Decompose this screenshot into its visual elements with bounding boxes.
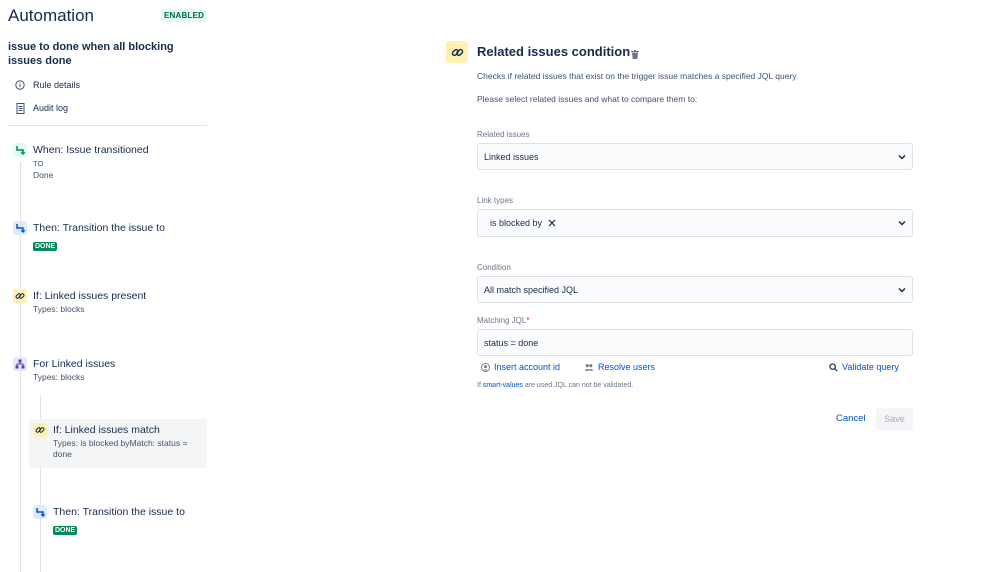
nav-item-label: Rule details xyxy=(33,80,81,90)
status-lozenge: DONE xyxy=(53,526,78,535)
chip-label: is blocked by xyxy=(490,218,543,228)
validate-query-button[interactable]: Validate query xyxy=(829,362,899,372)
hint-text: are used JQL can not be validated. xyxy=(524,382,634,389)
nav-item-rule-details[interactable]: Rule details xyxy=(14,79,80,91)
divider xyxy=(8,125,207,126)
step-subtitle: Types: is blocked byMatch: status = done xyxy=(53,438,188,459)
link-icon xyxy=(33,423,47,437)
step-action-transition[interactable]: Then: Transition the issue to DONE xyxy=(13,221,203,253)
select-value: All match specified JQL xyxy=(484,284,579,295)
step-title: Then: Transition the issue to xyxy=(33,222,165,234)
condition-label: Condition xyxy=(477,263,511,272)
input-value: status = done xyxy=(484,337,539,348)
link-types-select[interactable]: is blocked by xyxy=(477,209,913,237)
info-icon xyxy=(14,79,26,91)
step-subtitle: Types: blocks xyxy=(33,372,85,382)
link-types-label: Link types xyxy=(477,196,514,205)
action-label: Validate query xyxy=(842,362,899,372)
link-icon xyxy=(446,41,468,63)
branch-icon xyxy=(13,357,27,371)
panel-description: Checks if related issues that exist on t… xyxy=(477,71,799,81)
select-value: Linked issues xyxy=(484,151,539,162)
field-label-text: Matching JQL xyxy=(477,316,527,325)
user-icon xyxy=(481,362,494,372)
panel-title: Related issues condition xyxy=(477,44,631,59)
transition-icon xyxy=(33,505,47,519)
nav-item-audit-log[interactable]: Audit log xyxy=(14,102,68,114)
step-title: Then: Transition the issue to xyxy=(53,506,185,518)
rule-sidebar: Automation ENABLED issue to done when al… xyxy=(0,0,215,572)
document-icon xyxy=(14,102,26,114)
step-title: For Linked issues xyxy=(33,358,116,370)
rule-name[interactable]: issue to done when all blocking issues d… xyxy=(8,40,208,68)
trash-icon[interactable] xyxy=(631,46,639,64)
app-title: Automation xyxy=(8,6,94,25)
search-icon xyxy=(829,362,842,372)
status-lozenge: DONE xyxy=(33,242,58,251)
resolve-users-button[interactable]: Resolve users xyxy=(584,362,655,372)
people-icon xyxy=(584,363,598,372)
action-label: Insert account id xyxy=(494,362,561,372)
link-type-chip: is blocked by xyxy=(484,216,562,230)
condition-select[interactable]: All match specified JQL xyxy=(477,276,913,303)
status-badge: ENABLED xyxy=(161,9,208,22)
smart-values-link[interactable]: smart-values xyxy=(483,382,523,389)
chevron-down-icon xyxy=(898,220,906,226)
save-button[interactable]: Save xyxy=(876,408,913,430)
step-condition-linked-match[interactable]: If: Linked issues match Types: is blocke… xyxy=(29,419,207,468)
matching-jql-label: Matching JQL* xyxy=(477,316,529,325)
step-title: If: Linked issues present xyxy=(33,290,147,302)
step-subtitle: Done xyxy=(33,170,54,180)
chevron-down-icon xyxy=(898,287,906,293)
link-icon xyxy=(13,289,27,303)
nav-item-label: Audit log xyxy=(33,103,69,113)
insert-account-id-button[interactable]: Insert account id xyxy=(481,362,560,372)
related-issues-label: Related issues xyxy=(477,130,530,139)
close-icon[interactable] xyxy=(548,219,556,227)
step-subtitle: Types: blocks xyxy=(33,304,85,314)
step-subtitle: TO xyxy=(33,159,44,168)
cancel-button[interactable]: Cancel xyxy=(836,413,866,424)
action-label: Resolve users xyxy=(598,362,656,372)
jql-hint: If smart-values are used JQL can not be … xyxy=(477,382,633,389)
step-condition-linked-present[interactable]: If: Linked issues present Types: blocks xyxy=(13,289,203,315)
transition-icon xyxy=(13,143,27,157)
transition-icon xyxy=(13,221,27,235)
step-title: When: Issue transitioned xyxy=(33,144,149,156)
required-mark: * xyxy=(526,316,530,325)
matching-jql-input[interactable]: status = done xyxy=(477,329,913,356)
related-issues-select[interactable]: Linked issues xyxy=(477,143,913,170)
step-trigger[interactable]: When: Issue transitioned TO Done xyxy=(13,143,203,181)
step-title: If: Linked issues match xyxy=(53,424,160,436)
step-action-transition-nested[interactable]: Then: Transition the issue to DONE xyxy=(33,505,208,537)
hint-text: If xyxy=(477,382,481,389)
panel-instruction: Please select related issues and what to… xyxy=(477,94,698,104)
chevron-down-icon xyxy=(898,154,906,160)
step-branch-linked-issues[interactable]: For Linked issues Types: blocks xyxy=(13,357,203,383)
